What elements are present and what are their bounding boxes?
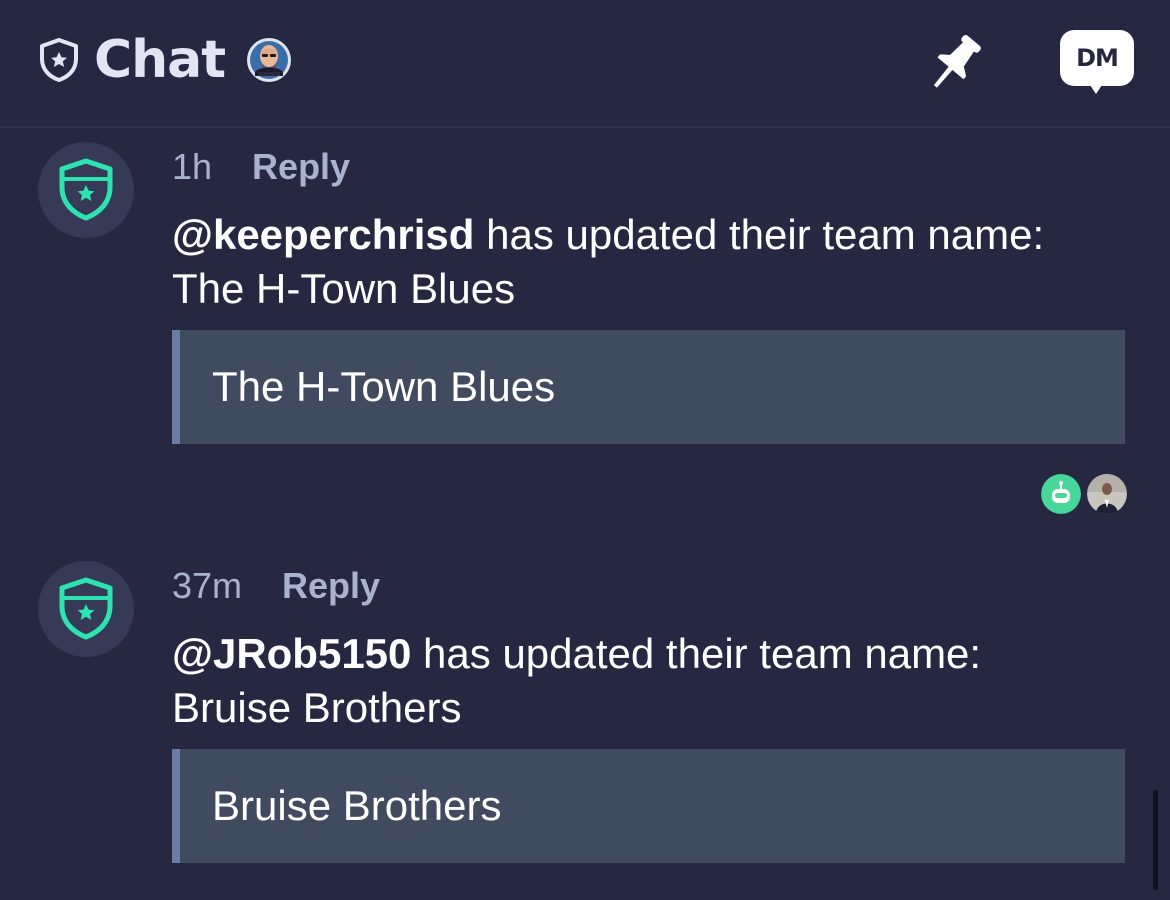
message-text-line2: Bruise Brothers: [172, 684, 462, 731]
read-receipts[interactable]: [1036, 473, 1128, 515]
message-timestamp: 1h: [172, 146, 213, 187]
message-text: has updated their team name:: [411, 630, 982, 677]
shield-star-icon: [59, 158, 113, 221]
scrollbar[interactable]: [1153, 790, 1158, 890]
team-name-quote: Bruise Brothers: [172, 749, 1125, 863]
dm-label: DM: [1060, 30, 1134, 86]
dm-button[interactable]: DM: [1060, 30, 1136, 96]
league-avatar[interactable]: [245, 36, 294, 84]
pushpin-icon: [933, 34, 981, 88]
user-mention[interactable]: @JRob5150: [172, 630, 411, 677]
message-avatar: [38, 561, 134, 657]
message-timestamp: 37m: [172, 565, 243, 606]
pin-button[interactable]: [920, 30, 990, 96]
message-text: has updated their team name:: [474, 211, 1045, 258]
team-name-quote: The H-Town Blues: [172, 330, 1125, 444]
reply-button[interactable]: Reply: [252, 146, 350, 188]
shield-star-icon: [40, 38, 78, 82]
shield-star-icon: [59, 577, 113, 640]
chat-app: Chat DM 1h Reply @keeperchrisd has updat…: [0, 0, 1170, 900]
quote-text: The H-Town Blues: [212, 363, 556, 410]
message-avatar: [38, 142, 134, 238]
message-meta: 1h Reply: [172, 142, 350, 192]
reply-button[interactable]: Reply: [282, 565, 380, 607]
message-body: @keeperchrisd has updated their team nam…: [172, 208, 1132, 316]
message-text-line2: The H-Town Blues: [172, 265, 516, 312]
dm-bubble-tail: [1088, 82, 1104, 94]
quote-text: Bruise Brothers: [212, 782, 502, 829]
header-title-group: Chat: [38, 28, 294, 92]
message-body: @JRob5150 has updated their team name: B…: [172, 627, 1132, 735]
message-meta: 37m Reply: [172, 561, 380, 611]
user-mention[interactable]: @keeperchrisd: [172, 211, 474, 258]
user-avatar: [1086, 473, 1128, 515]
robot-avatar-icon: [1040, 473, 1082, 515]
chat-header: Chat DM: [0, 0, 1170, 128]
page-title: Chat: [94, 30, 226, 90]
